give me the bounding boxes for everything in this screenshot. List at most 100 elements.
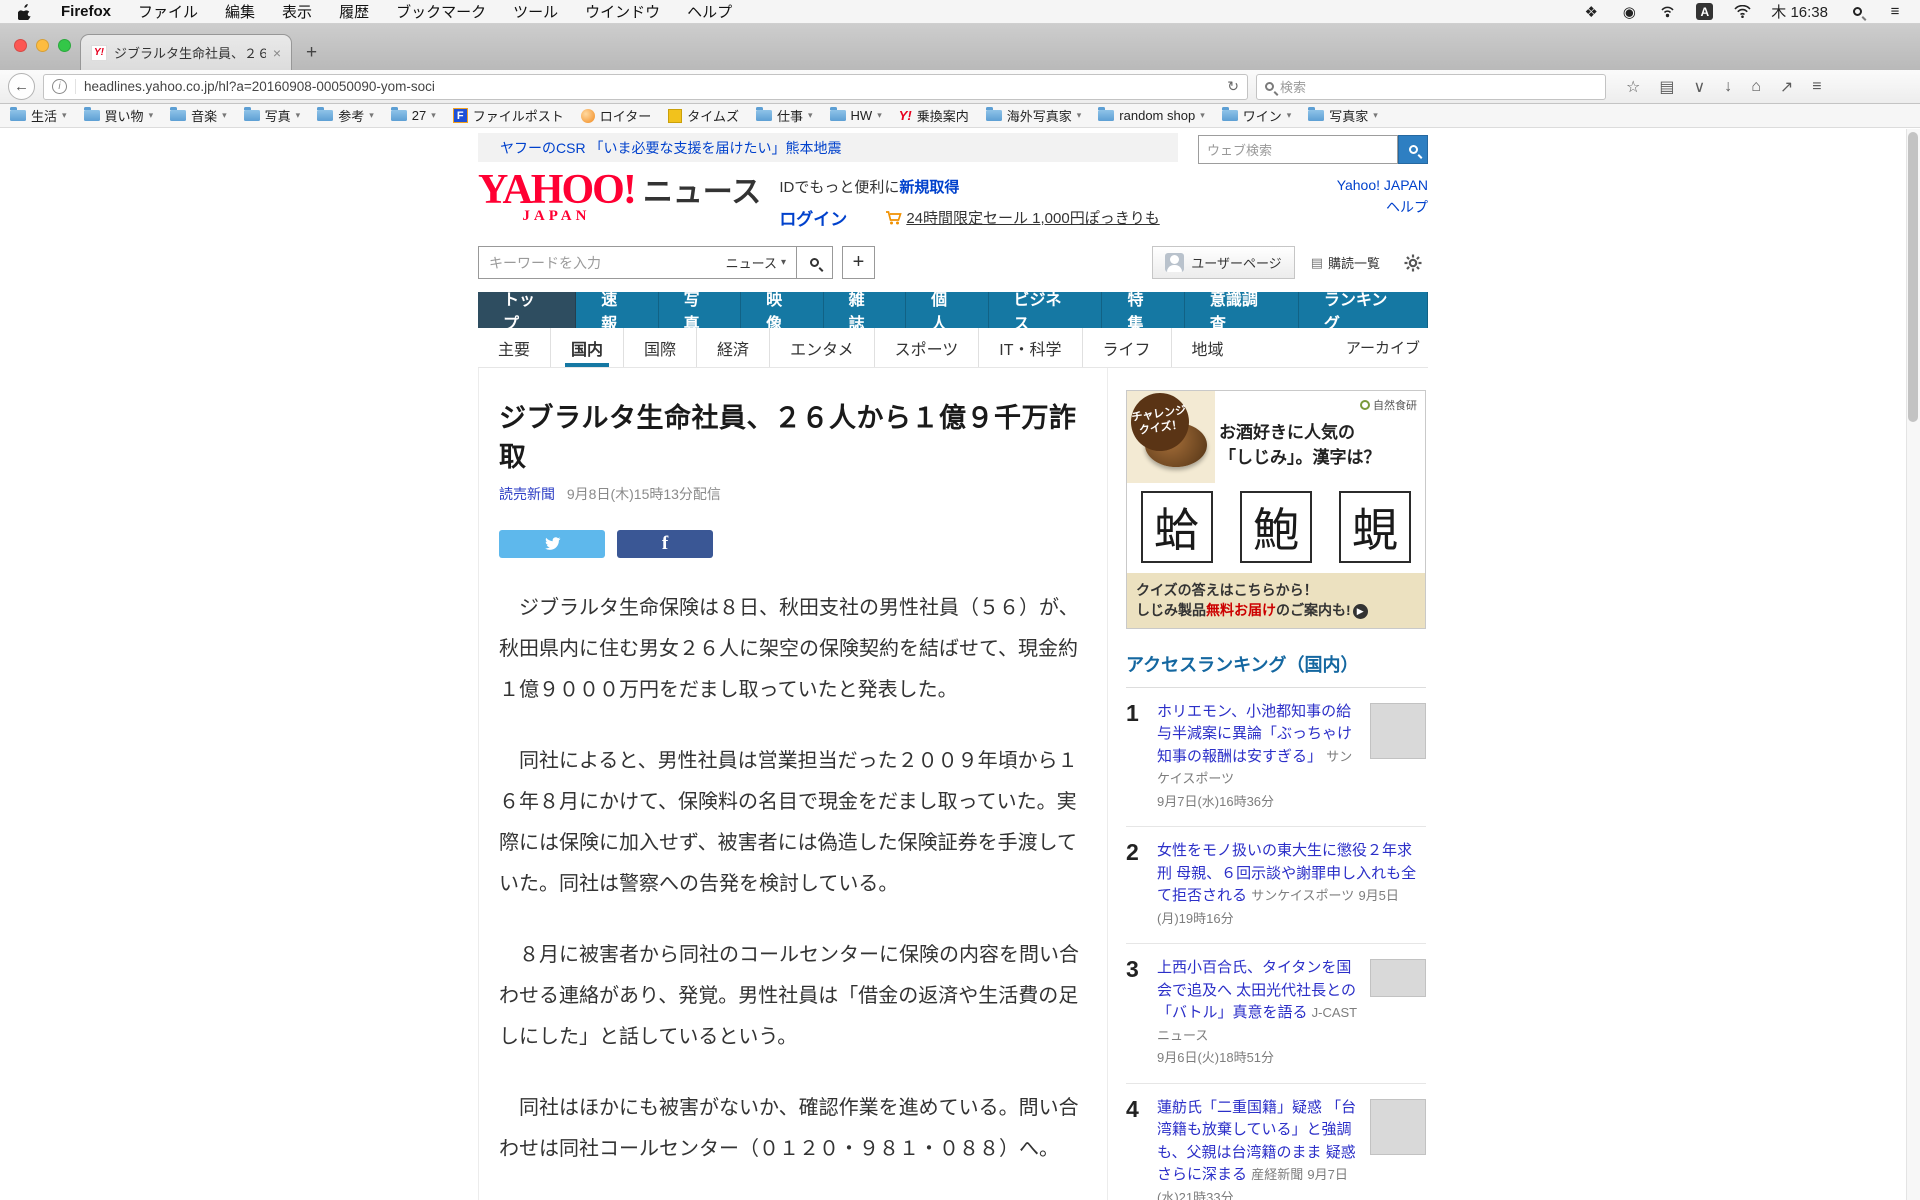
dropbox-icon[interactable]: ❖ <box>1582 3 1600 21</box>
bookmark-folder-music[interactable]: 音楽▾ <box>170 106 227 125</box>
subnav-entertainment[interactable]: エンタメ <box>769 328 874 367</box>
bookmark-folder-27[interactable]: 27▾ <box>391 108 436 123</box>
bookmark-folder-work[interactable]: 仕事▾ <box>756 106 813 125</box>
archive-link[interactable]: アーカイブ <box>1346 337 1428 358</box>
help-link[interactable]: ヘルプ <box>1386 199 1428 215</box>
bookmark-filepost[interactable]: Fファイルポスト <box>453 106 564 125</box>
menu-item-bookmarks[interactable]: ブックマーク <box>396 1 486 22</box>
menu-item-firefox[interactable]: Firefox <box>61 3 111 20</box>
yahoo-japan-link[interactable]: Yahoo! JAPAN <box>1337 177 1428 193</box>
search-category-select[interactable]: ニュース▾ <box>726 253 796 272</box>
menu-icon[interactable]: ≡ <box>1812 78 1821 96</box>
menu-item-view[interactable]: 表示 <box>282 1 312 22</box>
kanji-choice[interactable]: 鮑 <box>1240 491 1312 563</box>
new-tab-button[interactable]: + <box>292 36 331 70</box>
pocket-icon[interactable]: ∨ <box>1693 77 1705 97</box>
ranking-thumbnail[interactable] <box>1370 959 1426 997</box>
nav-tab-top[interactable]: トップ <box>478 292 576 328</box>
subnav-economy[interactable]: 経済 <box>696 328 769 367</box>
twitter-share-button[interactable] <box>499 530 605 558</box>
subnav-international[interactable]: 国際 <box>623 328 696 367</box>
bookmark-folder-shopping[interactable]: 買い物▾ <box>84 106 154 125</box>
facebook-share-button[interactable]: f <box>617 530 713 558</box>
menubar-clock[interactable]: 木 16:38 <box>1771 1 1828 22</box>
back-button[interactable]: ← <box>8 73 35 100</box>
bookmark-reuters[interactable]: ロイター <box>581 106 651 125</box>
menu-item-tools[interactable]: ツール <box>513 1 558 22</box>
menu-item-file[interactable]: ファイル <box>138 1 198 22</box>
tab-close-icon[interactable]: × <box>273 45 281 61</box>
nav-tab-video[interactable]: 映像 <box>741 292 823 328</box>
bookmark-folder-photographer[interactable]: 写真家▾ <box>1308 106 1378 125</box>
subnav-it-science[interactable]: IT・科学 <box>978 328 1081 367</box>
antenna-icon[interactable] <box>1658 3 1676 21</box>
menu-item-history[interactable]: 履歴 <box>339 1 369 22</box>
subnav-domestic[interactable]: 国内 <box>550 328 623 367</box>
nav-tab-flash[interactable]: 速報 <box>576 292 658 328</box>
scrollbar-track[interactable] <box>1906 129 1920 1200</box>
share-icon[interactable]: ↗ <box>1780 77 1793 97</box>
ad-footer[interactable]: クイズの答えはこちらから！ しじみ製品無料お届けのご案内も!▶ <box>1127 573 1425 628</box>
bookmark-transit[interactable]: Y!乗換案内 <box>899 106 969 125</box>
minimize-window-button[interactable] <box>36 39 49 52</box>
article-source-link[interactable]: 読売新聞 <box>499 486 555 502</box>
nav-tab-photo[interactable]: 写真 <box>659 292 741 328</box>
bookmark-star-icon[interactable]: ☆ <box>1626 77 1640 97</box>
sale-link[interactable]: 24時間限定セール 1,000円ぽっきりも <box>885 207 1159 228</box>
toolbar-search-field[interactable]: 検索 <box>1256 74 1606 100</box>
downloads-icon[interactable]: ↓ <box>1724 78 1732 96</box>
input-source-icon[interactable]: A <box>1696 3 1713 20</box>
wifi-icon[interactable] <box>1733 3 1751 21</box>
home-icon[interactable]: ⌂ <box>1751 78 1761 96</box>
nav-tab-business[interactable]: ビジネス <box>989 292 1103 328</box>
notification-center-icon[interactable]: ≡ <box>1886 3 1904 21</box>
creative-cloud-icon[interactable]: ◉ <box>1620 3 1638 21</box>
scrollbar-thumb[interactable] <box>1908 132 1918 422</box>
nav-tab-poll[interactable]: 意識調査 <box>1185 292 1299 328</box>
csr-notice-link[interactable]: ヤフーのCSR 「いま必要な支援を届けたい」熊本地震 <box>500 138 841 158</box>
bookmark-folder-life[interactable]: 生活▾ <box>10 106 67 125</box>
bookmark-folder-random-shop[interactable]: random shop▾ <box>1098 108 1204 123</box>
spotlight-search-icon[interactable] <box>1848 3 1866 21</box>
ranking-thumbnail[interactable] <box>1370 1099 1426 1155</box>
add-keyword-button[interactable]: + <box>842 246 875 279</box>
keyword-search-button[interactable] <box>796 246 832 279</box>
zoom-window-button[interactable] <box>58 39 71 52</box>
subnav-sports[interactable]: スポーツ <box>874 328 979 367</box>
bookmark-folder-wine[interactable]: ワイン▾ <box>1222 106 1292 125</box>
subscriptions-link[interactable]: ▤ 購読一覧 <box>1311 253 1380 272</box>
signup-link[interactable]: 新規取得 <box>899 179 959 196</box>
ranking-thumbnail[interactable] <box>1370 703 1426 759</box>
service-name[interactable]: ニュース <box>643 178 762 222</box>
bookmark-times[interactable]: タイムズ <box>668 106 739 125</box>
menu-item-help[interactable]: ヘルプ <box>687 1 732 22</box>
bookmark-folder-hw[interactable]: HW▾ <box>830 108 882 123</box>
settings-button[interactable] <box>1404 254 1422 272</box>
user-page-button[interactable]: ユーザーページ <box>1152 246 1294 279</box>
reload-icon[interactable]: ↻ <box>1227 78 1239 95</box>
browser-tab[interactable]: Y! ジブラルタ生命社員、２６... × <box>80 34 292 70</box>
bookmark-folder-photo[interactable]: 写真▾ <box>244 106 301 125</box>
quiz-ad[interactable]: チャレンジ クイズ！ 自然食研 お酒好きに人気の 「しじみ」。漢字は？ <box>1126 390 1426 629</box>
kanji-choice[interactable]: 蛤 <box>1141 491 1213 563</box>
menu-item-edit[interactable]: 編集 <box>225 1 255 22</box>
web-search-input[interactable]: ウェブ検索 <box>1198 135 1398 164</box>
url-text[interactable]: headlines.yahoo.co.jp/hl?a=20160908-0005… <box>75 79 1219 94</box>
keyword-search-box[interactable]: キーワードを入力 ニュース▾ <box>478 246 833 279</box>
nav-tab-personal[interactable]: 個人 <box>906 292 988 328</box>
login-link[interactable]: ログイン <box>779 205 847 230</box>
apple-icon[interactable] <box>16 3 34 21</box>
kanji-choice[interactable]: 蜆 <box>1339 491 1411 563</box>
subnav-main[interactable]: 主要 <box>478 328 550 367</box>
url-bar[interactable]: i headlines.yahoo.co.jp/hl?a=20160908-00… <box>43 74 1248 100</box>
menu-item-window[interactable]: ウインドウ <box>585 1 660 22</box>
nav-tab-ranking[interactable]: ランキング <box>1299 292 1428 328</box>
subnav-life[interactable]: ライフ <box>1082 328 1171 367</box>
site-info-icon[interactable]: i <box>52 79 67 94</box>
bookmark-folder-overseas-photographers[interactable]: 海外写真家▾ <box>986 106 1082 125</box>
nav-tab-feature[interactable]: 特集 <box>1102 292 1184 328</box>
subnav-local[interactable]: 地域 <box>1171 328 1244 367</box>
nav-tab-magazine[interactable]: 雑誌 <box>824 292 906 328</box>
ranking-link[interactable]: ホリエモン、小池都知事の給与半減案に異論「ぶっちゃけ知事の報酬は安すぎる」 <box>1157 703 1352 765</box>
yahoo-logo[interactable]: YAHOO!JAPAN <box>478 174 635 222</box>
